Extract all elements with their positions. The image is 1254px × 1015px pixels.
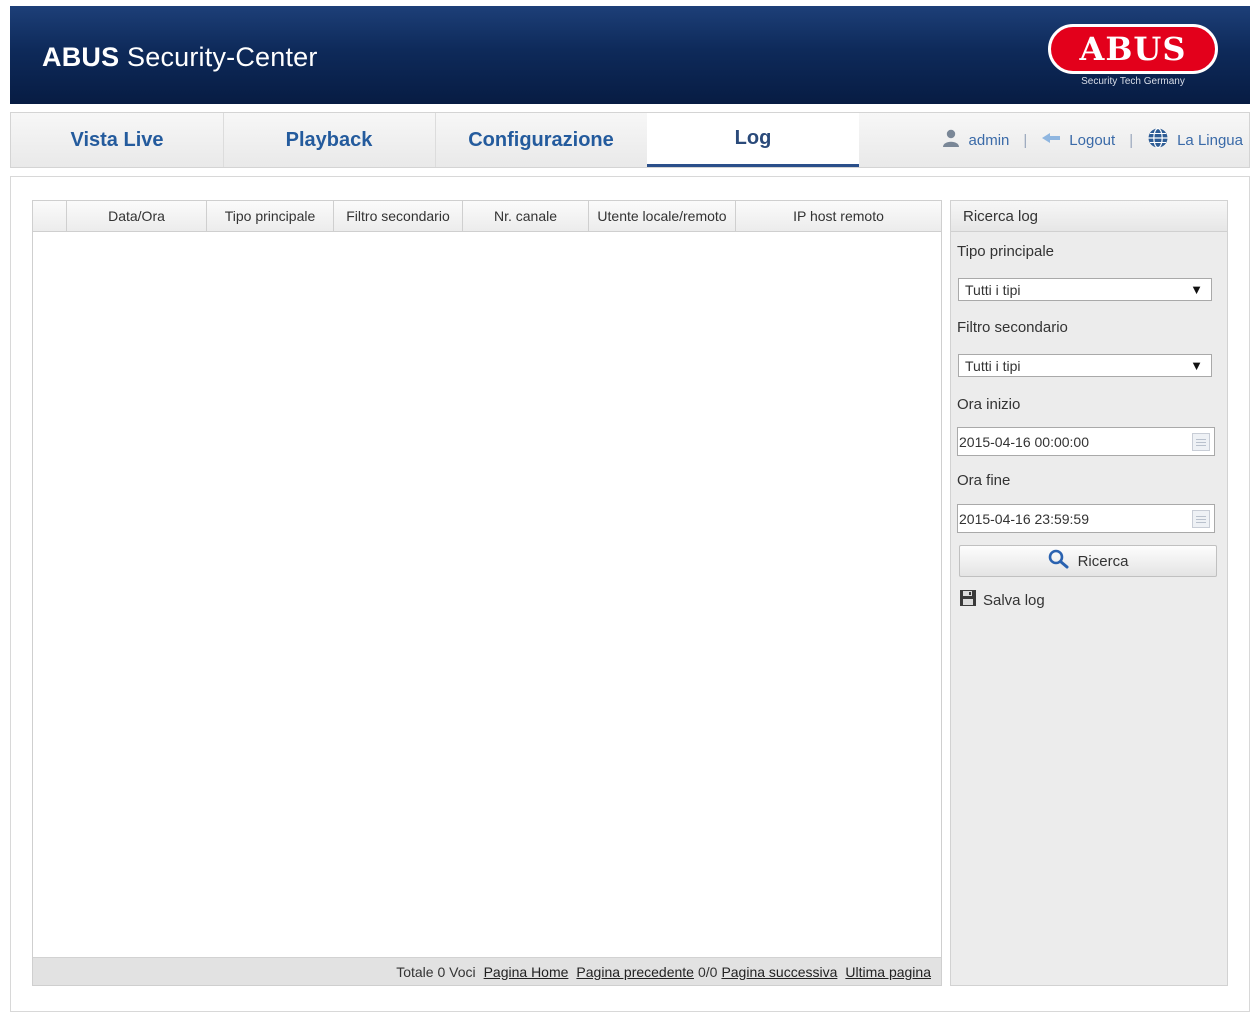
logo-text: ABUS: [1079, 30, 1187, 68]
next-page-link[interactable]: Pagina successiva: [721, 964, 837, 980]
app-title-brand: ABUS: [42, 42, 120, 72]
tab-configurazione[interactable]: Configurazione: [435, 113, 647, 167]
nav-user-area: admin | Logout | La Lingua: [941, 113, 1243, 167]
calendar-icon[interactable]: [1192, 510, 1210, 528]
panel-title: Ricerca log: [951, 201, 1227, 232]
column-header-user: Utente locale/remoto: [589, 201, 736, 231]
user-link[interactable]: admin: [941, 128, 1010, 152]
end-time-input[interactable]: 2015-04-16 23:59:59: [957, 504, 1215, 533]
prev-page-link[interactable]: Pagina precedente: [576, 964, 694, 980]
log-search-panel: Ricerca log Tipo principale Tutti i tipi…: [950, 200, 1228, 986]
first-page-link[interactable]: Pagina Home: [484, 964, 569, 980]
end-time-label: Ora fine: [957, 472, 1011, 489]
table-pager: Totale 0 Voci Pagina Home Pagina precede…: [33, 957, 941, 985]
user-name: admin: [968, 131, 1010, 149]
end-time-value: 2015-04-16 23:59:59: [959, 510, 1089, 527]
nav-separator: |: [1023, 131, 1028, 149]
tab-log[interactable]: Log: [647, 113, 859, 167]
logout-link[interactable]: Logout: [1041, 131, 1115, 149]
calendar-icon[interactable]: [1192, 433, 1210, 451]
floppy-disk-icon: [959, 589, 977, 611]
sub-filter-value: Tutti i tipi: [965, 357, 1021, 374]
last-page-link[interactable]: Ultima pagina: [845, 964, 931, 980]
logo-oval: ABUS: [1048, 24, 1218, 74]
column-header-channel: Nr. canale: [463, 201, 589, 231]
abus-logo: ABUS Security Tech Germany: [1048, 24, 1218, 92]
app-title: ABUS Security-Center: [42, 42, 318, 73]
tab-playback[interactable]: Playback: [223, 113, 435, 167]
log-table: Data/Ora Tipo principale Filtro secondar…: [32, 200, 942, 986]
column-header-sub-filter: Filtro secondario: [334, 201, 463, 231]
language-label: La Lingua: [1177, 131, 1243, 149]
table-header: Data/Ora Tipo principale Filtro secondar…: [33, 201, 941, 232]
logo-tagline: Security Tech Germany: [1081, 76, 1185, 87]
main-type-value: Tutti i tipi: [965, 281, 1021, 298]
nav-separator: |: [1129, 131, 1134, 149]
start-time-input[interactable]: 2015-04-16 00:00:00: [957, 427, 1215, 456]
user-icon: [941, 128, 961, 152]
page-count: 0/0: [697, 963, 718, 980]
logout-label: Logout: [1069, 131, 1116, 149]
sub-filter-select[interactable]: Tutti i tipi ▼: [958, 354, 1212, 377]
app-title-rest: Security-Center: [127, 42, 318, 72]
main-type-select[interactable]: Tutti i tipi ▼: [958, 278, 1212, 301]
dropdown-arrow-icon: ▼: [1190, 282, 1203, 297]
tab-vista-live[interactable]: Vista Live: [11, 113, 223, 167]
column-header-select: [33, 201, 67, 231]
search-button[interactable]: Ricerca: [959, 545, 1217, 577]
globe-icon: [1147, 127, 1169, 153]
save-log-button[interactable]: Salva log: [959, 589, 1045, 611]
dropdown-arrow-icon: ▼: [1190, 358, 1203, 373]
start-time-value: 2015-04-16 00:00:00: [959, 433, 1089, 450]
search-button-label: Ricerca: [1077, 552, 1129, 570]
column-header-remote-ip: IP host remoto: [793, 208, 884, 224]
save-log-label: Salva log: [983, 591, 1045, 609]
total-entries: Totale 0 Voci: [396, 963, 476, 980]
column-header-datetime: Data/Ora: [67, 201, 207, 231]
search-icon: [1048, 549, 1070, 573]
main-nav: Vista Live Playback Configurazione Log a…: [10, 112, 1250, 168]
language-link[interactable]: La Lingua: [1147, 127, 1243, 153]
logout-icon: [1041, 131, 1061, 149]
column-header-main-type: Tipo principale: [207, 201, 334, 231]
sub-filter-label: Filtro secondario: [957, 319, 1068, 336]
app-header: ABUS Security-Center ABUS Security Tech …: [10, 6, 1250, 104]
start-time-label: Ora inizio: [957, 396, 1021, 413]
main-type-label: Tipo principale: [957, 243, 1054, 260]
